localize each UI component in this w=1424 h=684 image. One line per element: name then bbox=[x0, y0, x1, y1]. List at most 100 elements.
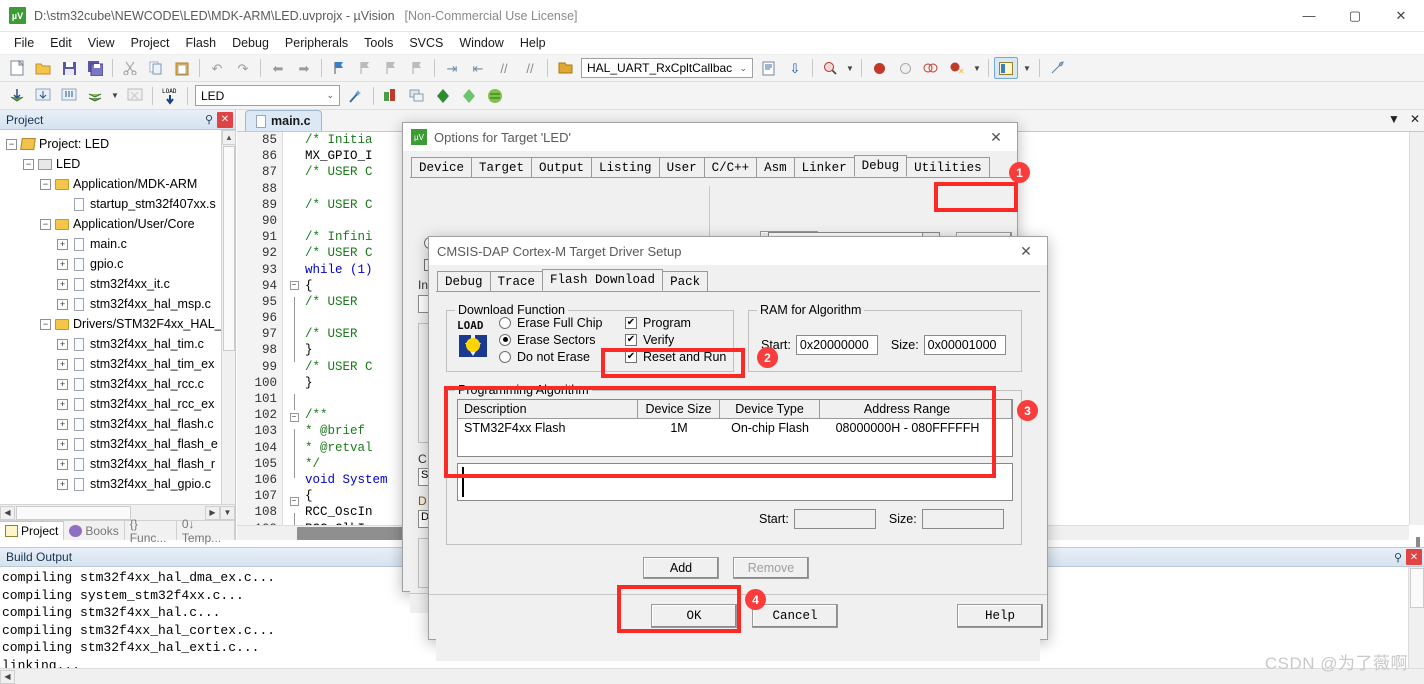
manage-layers-icon[interactable] bbox=[405, 85, 429, 107]
batch-build-icon[interactable] bbox=[83, 85, 107, 107]
comment-icon[interactable]: // bbox=[492, 57, 516, 79]
bookmark-prev-icon[interactable] bbox=[353, 57, 377, 79]
collapse-icon[interactable]: − bbox=[6, 138, 17, 150]
menu-item-debug[interactable]: Debug bbox=[224, 34, 277, 52]
expand-icon[interactable]: + bbox=[57, 458, 68, 470]
configure-icon[interactable] bbox=[1045, 57, 1069, 79]
mdi-close-icon[interactable]: ✕ bbox=[1410, 112, 1420, 126]
fold-marker[interactable] bbox=[284, 164, 304, 180]
reset-and-run-checkbox[interactable]: ✔ bbox=[625, 350, 637, 363]
tab-listing[interactable]: Listing bbox=[591, 157, 660, 177]
algorithm-path-listbox[interactable] bbox=[457, 463, 1013, 501]
tab-linker[interactable]: Linker bbox=[793, 157, 855, 177]
fold-marker[interactable] bbox=[284, 478, 304, 494]
scroll-left-icon[interactable]: ◀ bbox=[0, 505, 15, 520]
scroll-left-icon[interactable]: ◀ bbox=[0, 669, 15, 684]
tab-output[interactable]: Output bbox=[531, 157, 593, 177]
bookmark-next-icon[interactable] bbox=[379, 57, 403, 79]
do-not-erase-radio[interactable] bbox=[499, 350, 511, 363]
uncomment-icon[interactable]: // bbox=[518, 57, 542, 79]
ram-start-input[interactable]: 0x20000000 bbox=[795, 335, 878, 355]
build-scrollbar-horizontal[interactable]: ◀ bbox=[0, 668, 1424, 684]
fold-marker[interactable] bbox=[284, 362, 304, 378]
scroll-up-icon[interactable]: ▲ bbox=[222, 130, 236, 145]
scrollbar-thumb[interactable] bbox=[223, 146, 235, 351]
tree-item[interactable]: − Drivers/STM32F4xx_HAL_ bbox=[0, 314, 221, 334]
fold-marker[interactable] bbox=[284, 262, 304, 278]
menu-item-view[interactable]: View bbox=[80, 34, 123, 52]
fold-marker[interactable] bbox=[284, 345, 304, 362]
tree-item[interactable]: + gpio.c bbox=[0, 254, 221, 274]
code-folding-column[interactable]: −−−− bbox=[284, 132, 304, 525]
chevron-down-icon[interactable]: ⌄ bbox=[323, 90, 337, 101]
tab-debug[interactable]: Debug bbox=[437, 271, 491, 291]
open-file-icon[interactable] bbox=[31, 57, 55, 79]
fold-marker[interactable] bbox=[284, 313, 304, 330]
bookmark-toggle-icon[interactable] bbox=[327, 57, 351, 79]
editor-tab-main-c[interactable]: main.c bbox=[245, 110, 322, 131]
do-not-erase-row[interactable]: Do not Erase bbox=[499, 348, 602, 365]
rebuild-icon[interactable] bbox=[57, 85, 81, 107]
fold-marker[interactable] bbox=[284, 329, 304, 346]
tree-item[interactable]: + stm32f4xx_hal_tim_ex bbox=[0, 354, 221, 374]
tab-asm[interactable]: Asm bbox=[756, 157, 795, 177]
tab-books[interactable]: Books bbox=[64, 521, 125, 540]
algorithm-start-input[interactable] bbox=[793, 509, 876, 529]
fold-marker[interactable] bbox=[284, 132, 304, 148]
menu-item-edit[interactable]: Edit bbox=[42, 34, 80, 52]
manage-windows-dropdown-icon[interactable]: ▼ bbox=[1020, 57, 1034, 79]
expand-icon[interactable]: + bbox=[57, 358, 68, 370]
fold-marker[interactable] bbox=[284, 148, 304, 164]
tree-item[interactable]: + stm32f4xx_hal_rcc.c bbox=[0, 374, 221, 394]
expand-icon[interactable]: + bbox=[57, 258, 68, 270]
minimize-icon[interactable]: — bbox=[1286, 0, 1332, 32]
fold-marker[interactable] bbox=[284, 394, 304, 411]
undo-icon[interactable]: ↶ bbox=[205, 57, 229, 79]
fold-marker[interactable]: − bbox=[284, 280, 304, 297]
tab-debug[interactable]: Debug bbox=[853, 155, 908, 177]
function-browse-icon[interactable] bbox=[553, 57, 577, 79]
collapse-icon[interactable]: − bbox=[40, 218, 51, 230]
project-tree-scrollbar-vertical[interactable]: ▲ bbox=[221, 130, 236, 504]
collapse-icon[interactable]: − bbox=[40, 178, 51, 190]
expand-icon[interactable]: + bbox=[57, 238, 68, 250]
expand-icon[interactable]: + bbox=[57, 278, 68, 290]
redo-icon[interactable]: ↷ bbox=[231, 57, 255, 79]
erase-sectors-row[interactable]: Erase Sectors bbox=[499, 331, 602, 348]
menu-item-tools[interactable]: Tools bbox=[356, 34, 401, 52]
erase-full-chip-row[interactable]: Erase Full Chip bbox=[499, 314, 602, 331]
program-checkbox[interactable]: ✔ bbox=[625, 316, 637, 329]
scrollbar-thumb[interactable] bbox=[1410, 568, 1424, 608]
programming-algorithm-table[interactable]: Description Device Size Device Type Addr… bbox=[457, 399, 1013, 457]
project-tree[interactable]: − Project: LED − LED − Application/MDK-ARM sta… bbox=[0, 130, 221, 504]
close-icon[interactable]: ✕ bbox=[975, 123, 1017, 151]
tree-item[interactable]: + stm32f4xx_hal_msp.c bbox=[0, 294, 221, 314]
tree-item[interactable]: startup_stm32f407xx.s bbox=[0, 194, 221, 214]
fold-marker[interactable] bbox=[284, 197, 304, 213]
verify-checkbox[interactable]: ✔ bbox=[625, 333, 637, 346]
build-icon[interactable] bbox=[31, 85, 55, 107]
paste-icon[interactable] bbox=[170, 57, 194, 79]
tab-trace[interactable]: Trace bbox=[489, 271, 544, 291]
menu-item-svcs[interactable]: SVCS bbox=[401, 34, 451, 52]
reset-and-run-row[interactable]: ✔ Reset and Run bbox=[625, 348, 726, 365]
fold-marker[interactable] bbox=[284, 461, 304, 478]
fold-marker[interactable]: − bbox=[284, 413, 304, 429]
tree-item[interactable]: + stm32f4xx_hal_flash_e bbox=[0, 434, 221, 454]
add-button[interactable]: Add bbox=[643, 557, 719, 579]
tree-item[interactable]: − Application/MDK-ARM bbox=[0, 174, 221, 194]
chevron-down-icon[interactable]: ⌄ bbox=[736, 63, 750, 74]
download-icon[interactable]: ⇩ bbox=[783, 57, 807, 79]
tab-flash-download[interactable]: Flash Download bbox=[542, 269, 664, 291]
expand-icon[interactable]: + bbox=[57, 478, 68, 490]
function-combo[interactable]: HAL_UART_RxCpltCallbac ⌄ bbox=[581, 58, 753, 78]
tab-device[interactable]: Device bbox=[411, 157, 473, 177]
algorithm-size-input[interactable] bbox=[921, 509, 1004, 529]
menu-item-window[interactable]: Window bbox=[451, 34, 511, 52]
navigate-back-icon[interactable]: ⬅ bbox=[266, 57, 290, 79]
pack-installer-icon[interactable] bbox=[431, 85, 455, 107]
save-all-icon[interactable] bbox=[83, 57, 107, 79]
pin-icon[interactable]: ⚲ bbox=[1390, 549, 1406, 565]
expand-icon[interactable]: + bbox=[57, 378, 68, 390]
menu-item-project[interactable]: Project bbox=[123, 34, 178, 52]
